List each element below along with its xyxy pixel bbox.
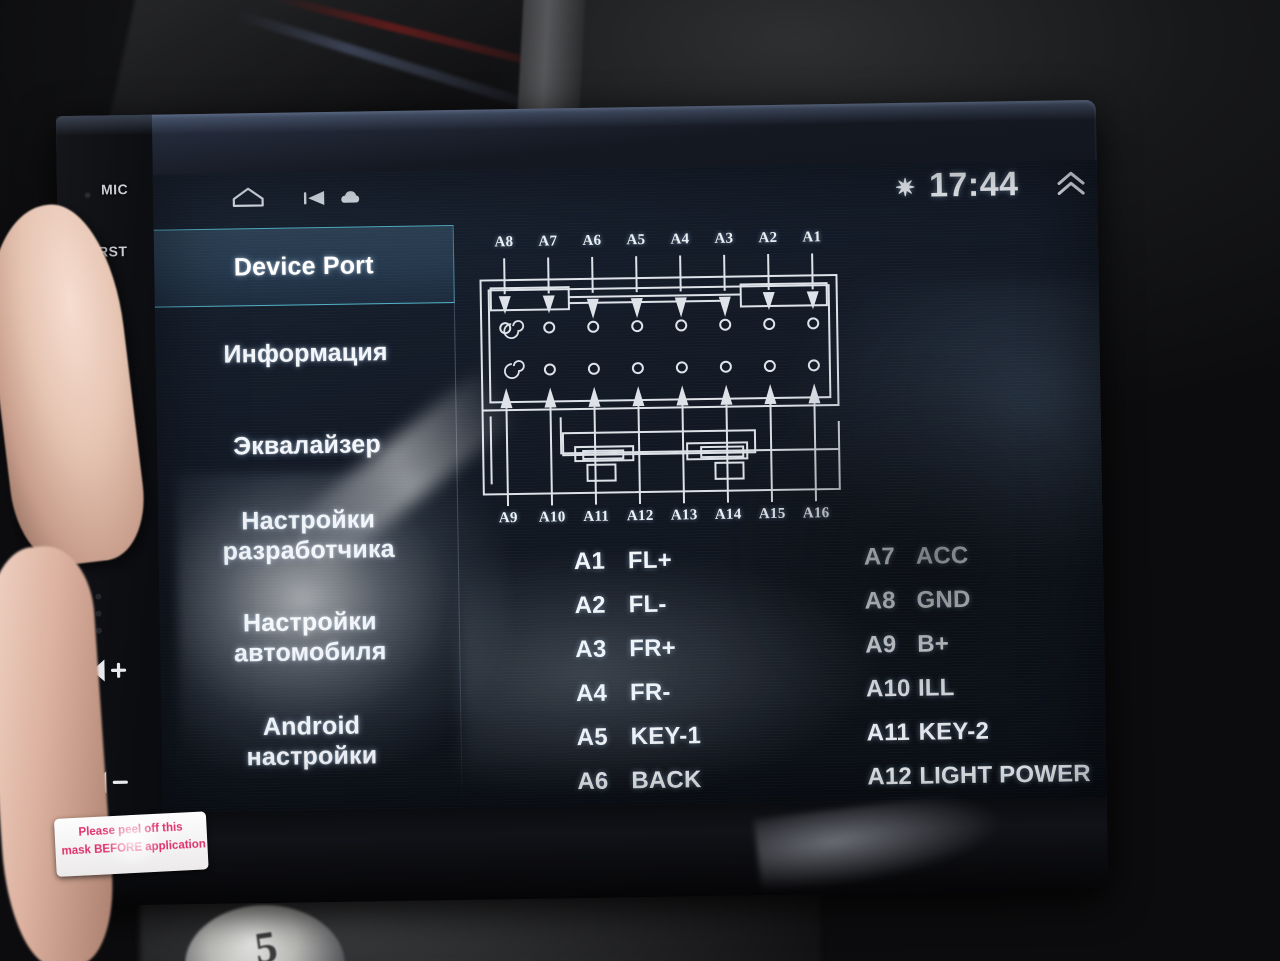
sidebar-item-android-settings[interactable]: Android настройки (161, 701, 462, 782)
pin-id: A10 (865, 674, 911, 703)
pin-signal: KEY-1 (630, 722, 702, 751)
pin-id: A3 (575, 635, 607, 664)
pin-label: A5 (626, 231, 646, 249)
pinout-row: A4 FR- (576, 678, 701, 724)
pin-label: A1 (802, 229, 822, 246)
pin-id: A4 (575, 679, 608, 708)
photo-scene: 5 MIC RST ⏻ (0, 0, 1280, 961)
pin-label: A15 (758, 505, 786, 523)
pin-id: A11 (866, 718, 911, 747)
pinout-row: A9 B+ (865, 628, 1089, 676)
pin-id: A7 (863, 543, 896, 571)
pinout-legend: A1 FL+ A2 FL- A3 FR+ A4 FR- A5 KEY-1 A6 … (469, 540, 1107, 808)
bluetooth-icon: ✷ (894, 174, 916, 203)
pin-signal: KEY-2 (918, 717, 990, 746)
play-left-icon[interactable] (303, 188, 327, 208)
chevron-up-double-icon[interactable] (1055, 168, 1087, 198)
sidebar-item-label: Настройки разработчика (222, 504, 395, 566)
pin-label: A7 (538, 233, 558, 250)
pin-id: A9 (865, 631, 897, 659)
pin-id: A1 (573, 547, 606, 576)
pin-id: A5 (576, 723, 608, 752)
pin-signal: B+ (917, 630, 950, 658)
mic-label: MIC (100, 181, 129, 198)
sidebar-item-label: Android настройки (246, 711, 378, 772)
pin-id: A6 (577, 767, 609, 796)
pin-id: A2 (574, 591, 606, 620)
pin-label: A10 (538, 509, 566, 526)
sidebar-item-label: Информация (223, 337, 388, 369)
pinout-row: A10 ILL (866, 672, 1090, 720)
pinout-column-1: A1 FL+ A2 FL- A3 FR+ A4 FR- A5 KEY-1 A6 … (574, 546, 703, 812)
pin-id: A8 (864, 587, 896, 615)
pin-signal: FL+ (627, 546, 673, 575)
bezel-reflection (753, 787, 1022, 899)
sidebar-item-label: Эквалайзер (233, 429, 382, 461)
pinout-row: A1 FL+ (574, 546, 699, 592)
pin-label: A12 (626, 507, 654, 525)
status-clock: 17:44 (928, 165, 1019, 205)
pin-label: A9 (498, 510, 518, 527)
pin-label: A4 (670, 231, 690, 248)
pinout-row: A3 FR+ (575, 634, 700, 680)
connector-schematic (479, 253, 841, 507)
sidebar-item-information[interactable]: Информация (155, 325, 456, 382)
sticker-glare (102, 817, 163, 871)
pin-label: A14 (714, 506, 742, 523)
home-outline-icon[interactable] (231, 186, 265, 209)
sidebar-item-car-settings[interactable]: Настройки автомобиля (159, 597, 460, 678)
pinout-row: A2 FL- (574, 590, 699, 636)
pin-label: A16 (802, 505, 830, 522)
pin-signal: ILL (917, 674, 955, 702)
mic-hole (84, 191, 92, 199)
sidebar-item-equalizer[interactable]: Эквалайзер (157, 417, 458, 474)
sidebar-item-developer-settings[interactable]: Настройки разработчика (158, 495, 459, 576)
car-head-unit: MIC RST ⏻ (0, 99, 1109, 961)
unit-bottom-bezel (66, 787, 1109, 907)
pin-signal: FL- (628, 590, 667, 619)
connector-top-labels: A8 A7 A6 A5 A4 A3 A2 A1 (472, 229, 844, 252)
pinout-row: A11 KEY-2 (866, 716, 1090, 764)
pin-label: A2 (758, 229, 778, 247)
pin-signal: GND (916, 585, 971, 614)
warning-sticker: Please peel off this mask BEFORE applica… (53, 811, 209, 877)
pinout-row: A5 KEY-1 (576, 722, 701, 768)
pinout-row: A8 GND (864, 584, 1088, 632)
pin-signal: FR+ (629, 634, 677, 663)
sidebar-item-device-port[interactable]: Device Port (153, 224, 455, 308)
pin-label: A3 (714, 230, 734, 247)
led-indicators-lower (95, 593, 102, 645)
lcd-screen[interactable]: ✷ 17:44 Device Port Информация Эквалайзе… (152, 159, 1107, 813)
pinout-column-2: A7 ACC A8 GND A9 B+ A10 ILL A11 KEY-2 A1… (864, 540, 1092, 807)
cloud-icon[interactable] (339, 186, 361, 206)
pinout-row: A7 ACC (864, 540, 1088, 588)
sidebar-item-label: Настройки автомобиля (233, 606, 387, 668)
connector-bottom-labels: A9 A10 A11 A12 A13 A14 A15 A16 (476, 505, 848, 528)
pin-label: A8 (494, 234, 514, 251)
main-content: A8 A7 A6 A5 A4 A3 A2 A1 A9 A10 A11 A12 A… (454, 215, 1107, 808)
pin-signal: ACC (915, 541, 969, 570)
pin-label: A13 (670, 507, 698, 524)
pin-label: A11 (583, 508, 610, 525)
pin-id: A12 (867, 762, 913, 791)
sidebar-item-label: Device Port (233, 250, 374, 282)
settings-sidebar: Device Port Информация Эквалайзер Настро… (153, 224, 463, 813)
pin-signal: BACK (631, 766, 702, 795)
pin-signal: FR- (629, 678, 671, 707)
pin-signal: LIGHT POWER (919, 760, 1092, 790)
connector-diagram: A8 A7 A6 A5 A4 A3 A2 A1 A9 A10 A11 A12 A… (472, 229, 849, 535)
pin-label: A6 (582, 232, 602, 249)
